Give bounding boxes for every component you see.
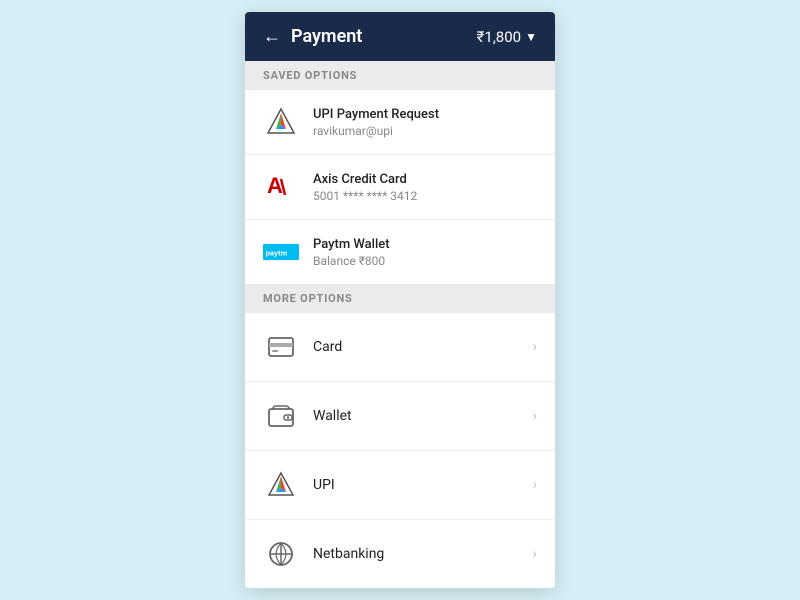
axis-saved-icon: A [263, 169, 299, 205]
saved-options-list: UPI Payment Request ravikumar@upi A Axis… [245, 90, 555, 284]
upi-item-info: UPI Payment Request ravikumar@upi [313, 107, 439, 138]
axis-item-info: Axis Credit Card 5001 **** **** 3412 [313, 172, 417, 203]
upi-item-title: UPI Payment Request [313, 107, 439, 122]
more-section-label: MORE OPTIONS [245, 284, 555, 313]
payment-header: ← Payment ₹1,800 ▼ [245, 12, 555, 61]
option-wallet[interactable]: Wallet › [245, 382, 555, 451]
wallet-icon [263, 398, 299, 434]
upi-saved-icon [263, 104, 299, 140]
back-button[interactable]: ← [263, 26, 281, 47]
option-netbanking[interactable]: Netbanking › [245, 520, 555, 588]
axis-item-title: Axis Credit Card [313, 172, 417, 187]
upi-chevron-icon: › [533, 477, 537, 493]
wallet-label: Wallet [313, 408, 519, 424]
amount-chevron-icon: ▼ [525, 30, 537, 44]
upi-item-sub: ravikumar@upi [313, 124, 439, 138]
wallet-chevron-icon: › [533, 408, 537, 424]
phone-container: ← Payment ₹1,800 ▼ SAVED OPTIONS UPI Pay [245, 12, 555, 588]
netbanking-label: Netbanking [313, 546, 519, 562]
option-upi[interactable]: UPI › [245, 451, 555, 520]
saved-item-upi[interactable]: UPI Payment Request ravikumar@upi [245, 90, 555, 155]
header-left: ← Payment [263, 26, 362, 47]
saved-item-axis[interactable]: A Axis Credit Card 5001 **** **** 3412 [245, 155, 555, 220]
svg-text:A: A [267, 173, 283, 198]
amount-value: ₹1,800 [477, 28, 521, 46]
saved-item-paytm[interactable]: paytm Paytm Wallet Balance ₹800 [245, 220, 555, 284]
upi-label: UPI [313, 477, 519, 493]
axis-item-sub: 5001 **** **** 3412 [313, 189, 417, 203]
card-chevron-icon: › [533, 339, 537, 355]
card-label: Card [313, 339, 519, 355]
upi-more-icon [263, 467, 299, 503]
saved-section-label: SAVED OPTIONS [245, 61, 555, 90]
header-amount[interactable]: ₹1,800 ▼ [477, 28, 537, 46]
paytm-item-sub: Balance ₹800 [313, 254, 390, 268]
svg-text:paytm: paytm [265, 248, 287, 257]
netbanking-icon [263, 536, 299, 572]
netbanking-chevron-icon: › [533, 546, 537, 562]
header-title: Payment [291, 26, 362, 47]
paytm-item-info: Paytm Wallet Balance ₹800 [313, 237, 390, 268]
paytm-item-title: Paytm Wallet [313, 237, 390, 252]
card-icon [263, 329, 299, 365]
option-card[interactable]: Card › [245, 313, 555, 382]
more-options-list: Card › Wallet › [245, 313, 555, 588]
paytm-saved-icon: paytm [263, 234, 299, 270]
